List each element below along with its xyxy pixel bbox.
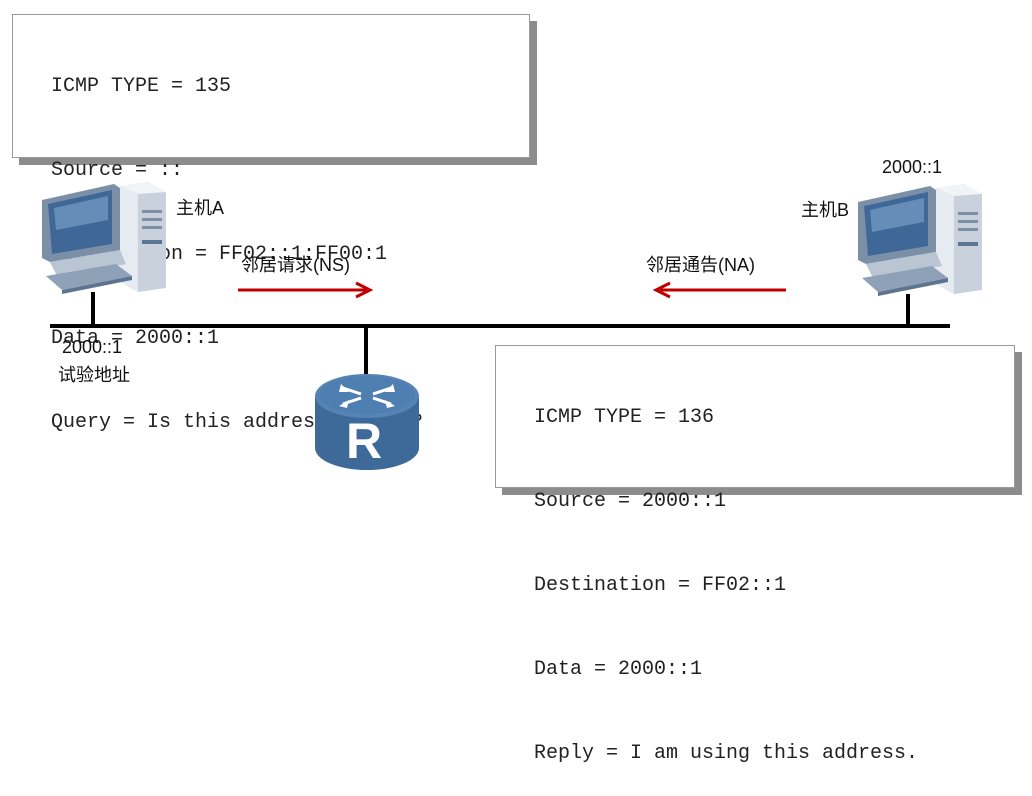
router-link — [364, 326, 368, 376]
host-a-address: 2000::1 — [62, 337, 123, 357]
host-a-name: 主机A — [176, 198, 225, 218]
host-b-computer-icon — [858, 184, 982, 296]
na-packet-line: Source = 2000::1 — [534, 490, 727, 513]
network-bus — [50, 324, 950, 328]
na-packet-line: Reply = I am using this address. — [534, 742, 919, 765]
na-packet-box: ICMP TYPE = 136 Source = 2000::1 Destina… — [495, 345, 1015, 765]
ns-packet-line: Data = 2000::1 — [51, 327, 220, 350]
ns-packet-line: Query = Is this address in use? — [51, 411, 424, 434]
na-message-label: 邻居通告(NA) — [646, 255, 755, 275]
ns-message-label: 邻居请求(NS) — [241, 255, 350, 275]
ns-arrow-right-icon — [238, 281, 374, 299]
host-b-name: 主机B — [801, 200, 850, 220]
host-a-computer-icon — [42, 182, 166, 294]
na-packet-line: Destination = FF02::1 — [534, 574, 787, 597]
host-b-link — [906, 294, 910, 326]
na-packet-line: ICMP TYPE = 136 — [534, 406, 715, 429]
host-a-link — [91, 292, 95, 326]
host-b-address: 2000::1 — [882, 157, 943, 177]
ns-packet-box: ICMP TYPE = 135 Source = :: Destination … — [12, 14, 530, 434]
ns-packet-line: ICMP TYPE = 135 — [51, 75, 232, 98]
host-a-note: 试验地址 — [58, 365, 130, 385]
na-arrow-left-icon — [652, 281, 786, 299]
na-packet-line: Data = 2000::1 — [534, 658, 703, 681]
router-letter: R — [346, 413, 383, 469]
